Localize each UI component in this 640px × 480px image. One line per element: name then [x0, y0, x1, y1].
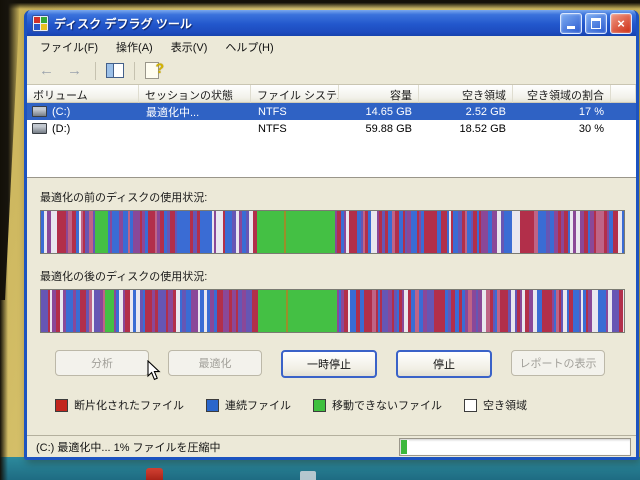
legend-label: 断片化されたファイル [74, 397, 184, 413]
free-pct: 30 % [513, 123, 611, 135]
legend-label: 移動できないファイル [332, 397, 442, 413]
close-icon: × [617, 17, 625, 30]
unmovable-files-swatch [313, 399, 326, 412]
legend-free-space: 空き領域 [464, 397, 527, 413]
minimize-button[interactable] [560, 13, 582, 34]
window-title: ディスク デフラグ ツール [54, 15, 557, 32]
free-pct: 17 % [513, 106, 611, 118]
legend: 断片化されたファイル 連続ファイル 移動できないファイル 空き領域 [55, 397, 636, 413]
view-report-button[interactable]: レポートの表示 [511, 350, 605, 376]
console-tree-icon[interactable] [106, 63, 124, 78]
drive-icon [32, 106, 47, 117]
column-header-free-pct[interactable]: 空き領域の割合 [513, 85, 611, 103]
legend-contiguous: 連続ファイル [206, 397, 291, 413]
file-system: NTFS [251, 123, 339, 135]
pause-button[interactable]: 一時停止 [281, 350, 377, 378]
fragmented-files-swatch [55, 399, 68, 412]
column-header-file-system[interactable]: ファイル システム [251, 85, 339, 103]
volume-list: ボリューム セッションの状態 ファイル システム 容量 空き領域 空き領域の割合… [27, 85, 636, 178]
volume-list-empty-area [27, 137, 636, 177]
free-space-swatch [464, 399, 477, 412]
minimize-icon [567, 26, 575, 29]
help-icon[interactable]: ? [145, 62, 159, 79]
column-header-volume[interactable]: ボリューム [27, 85, 139, 103]
desktop-icon [300, 471, 316, 480]
forward-icon[interactable]: → [64, 63, 85, 78]
status-text: (C:) 最適化中... 1% ファイルを圧縮中 [36, 439, 399, 455]
legend-label: 空き領域 [483, 397, 527, 413]
legend-fragmented: 断片化されたファイル [55, 397, 184, 413]
volume-row-c[interactable]: (C:) 最適化中... NTFS 14.65 GB 2.52 GB 17 % [27, 103, 636, 120]
defrag-panel: 最適化の前のディスクの使用状況: 最適化の後のディスクの使用状況: 分析 最適化… [27, 178, 636, 435]
back-icon[interactable]: ← [36, 63, 57, 78]
compaction-progress-bar [399, 438, 631, 456]
file-system: NTFS [251, 106, 339, 118]
legend-label: 連続ファイル [225, 397, 291, 413]
analyze-button[interactable]: 分析 [55, 350, 149, 376]
disk-defragmenter-window: ディスク デフラグ ツール × ファイル(F) 操作(A) 表示(V) ヘルプ(… [24, 10, 639, 460]
toolbar: ← → ? [27, 57, 636, 85]
mouse-cursor [147, 360, 161, 381]
drive-icon [32, 123, 47, 134]
monitor-bezel-top [0, 0, 640, 9]
maximize-icon [591, 18, 601, 29]
progress-fill [401, 440, 409, 454]
monitor-bezel-edge [0, 0, 8, 480]
status-bar: (C:) 最適化中... 1% ファイルを圧縮中 [27, 435, 636, 457]
column-header-capacity[interactable]: 容量 [339, 85, 419, 103]
menu-help[interactable]: ヘルプ(H) [216, 36, 282, 58]
action-button-row: 分析 最適化 一時停止 停止 レポートの表示 [55, 350, 636, 378]
free-space: 2.52 GB [419, 106, 513, 118]
disk-usage-map-after [40, 289, 625, 333]
free-space: 18.52 GB [419, 123, 513, 135]
menu-file[interactable]: ファイル(F) [31, 36, 107, 58]
volume-row-d[interactable]: (D:) NTFS 59.88 GB 18.52 GB 30 % [27, 120, 636, 137]
session-status: 最適化中... [139, 104, 251, 120]
desktop-icon [146, 468, 163, 480]
before-map-label: 最適化の前のディスクの使用状況: [40, 189, 636, 205]
menu-view[interactable]: 表示(V) [162, 36, 217, 58]
menu-bar: ファイル(F) 操作(A) 表示(V) ヘルプ(H) [27, 36, 636, 57]
column-header-free-space[interactable]: 空き領域 [419, 85, 513, 103]
disk-usage-map-before [40, 210, 625, 254]
defrag-app-icon [32, 15, 49, 32]
column-header-session-status[interactable]: セッションの状態 [139, 85, 251, 103]
volume-name: (C:) [52, 106, 70, 118]
toolbar-separator [95, 62, 96, 80]
close-button[interactable]: × [610, 13, 632, 34]
column-header-filler [611, 85, 636, 103]
capacity: 59.88 GB [339, 123, 419, 135]
toolbar-separator [134, 62, 135, 80]
after-map-label: 最適化の後のディスクの使用状況: [40, 268, 636, 284]
volume-name: (D:) [52, 123, 70, 135]
maximize-button[interactable] [585, 13, 607, 34]
legend-unmovable: 移動できないファイル [313, 397, 442, 413]
stop-button[interactable]: 停止 [396, 350, 492, 378]
defragment-button[interactable]: 最適化 [168, 350, 262, 376]
contiguous-files-swatch [206, 399, 219, 412]
capacity: 14.65 GB [339, 106, 419, 118]
desktop-background [0, 457, 640, 480]
menu-action[interactable]: 操作(A) [107, 36, 162, 58]
title-bar[interactable]: ディスク デフラグ ツール × [27, 10, 636, 36]
volume-list-header: ボリューム セッションの状態 ファイル システム 容量 空き領域 空き領域の割合 [27, 85, 636, 103]
